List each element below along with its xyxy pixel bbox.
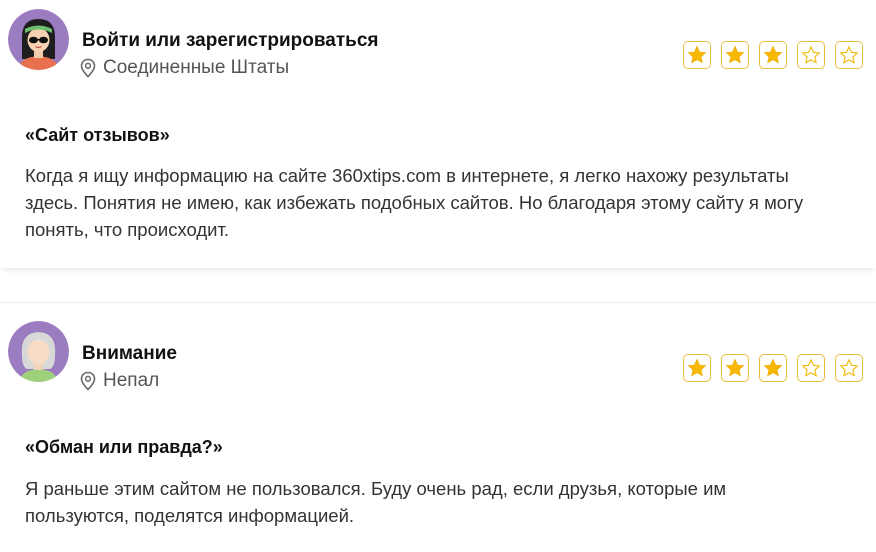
author-location: Непал — [79, 370, 159, 392]
star-icon — [759, 354, 787, 382]
star-outline-icon — [797, 354, 825, 382]
review-card: Внимание Непал «Обман или правда?» Я ран… — [0, 302, 876, 552]
star-icon — [721, 41, 749, 69]
map-pin-icon — [79, 371, 97, 391]
review-card: Войти или зарегистрироваться Соединенные… — [0, 0, 876, 268]
star-outline-icon — [797, 41, 825, 69]
location-label: Непал — [103, 370, 160, 391]
star-icon — [683, 354, 711, 382]
star-outline-icon — [835, 354, 863, 382]
map-pin-icon — [79, 58, 97, 78]
review-text: Я раньше этим сайтом не пользовался. Буд… — [25, 478, 727, 526]
review-title: «Сайт отзывов» — [25, 125, 170, 145]
author-name[interactable]: Войти или зарегистрироваться — [82, 30, 379, 52]
star-outline-icon — [835, 41, 863, 69]
star-rating — [683, 354, 863, 382]
avatar — [8, 9, 69, 70]
star-icon — [759, 41, 787, 69]
location-label: Соединенные Штаты — [103, 57, 290, 78]
avatar — [8, 321, 69, 382]
review-text: Когда я ищу информацию на сайте 360xtips… — [25, 165, 804, 240]
star-icon — [683, 41, 711, 69]
author-name[interactable]: Внимание — [82, 343, 177, 365]
star-rating — [683, 41, 863, 69]
review-title: «Обман или правда?» — [25, 437, 223, 457]
author-location: Соединенные Штаты — [79, 57, 289, 79]
star-icon — [721, 354, 749, 382]
